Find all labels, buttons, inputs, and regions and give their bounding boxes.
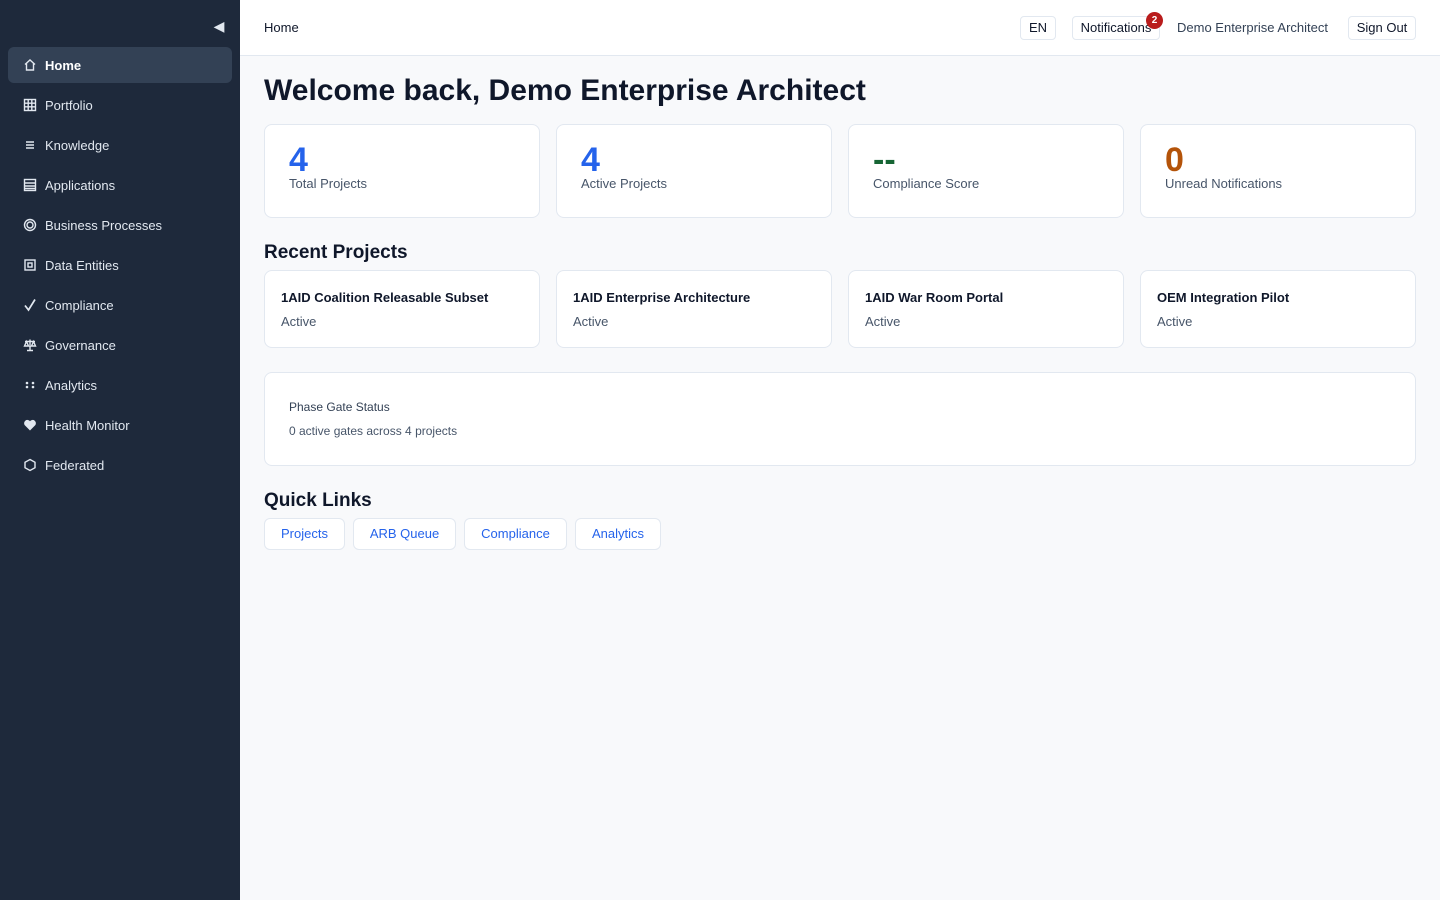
project-name: 1AID Enterprise Architecture: [573, 290, 751, 305]
sidebar-item-knowledge[interactable]: Knowledge: [8, 127, 232, 163]
stat-card-total-projects: 4 Total Projects: [264, 124, 540, 218]
stat-card-active-projects: 4 Active Projects: [556, 124, 832, 218]
project-name: 1AID Coalition Releasable Subset: [281, 290, 489, 305]
sign-out-button[interactable]: Sign Out: [1348, 16, 1416, 40]
stat-value: --: [873, 141, 896, 179]
sidebar-item-health-monitor[interactable]: Health Monitor: [8, 407, 232, 443]
hexagon-icon: [23, 458, 37, 472]
stat-label: Compliance Score: [873, 176, 980, 191]
page-title: Welcome back, Demo Enterprise Architect: [264, 74, 866, 107]
grid-icon: [23, 98, 37, 112]
phase-gate-title: Phase Gate Status: [289, 400, 390, 414]
check-icon: [23, 298, 37, 312]
quick-link-analytics[interactable]: Analytics: [575, 518, 661, 550]
dots-icon: [23, 378, 37, 392]
sidebar-item-compliance[interactable]: Compliance: [8, 287, 232, 323]
quick-link-arb-queue[interactable]: ARB Queue: [353, 518, 456, 550]
sidebar-item-label: Governance: [45, 337, 116, 353]
notification-count-badge: 2: [1146, 12, 1163, 29]
project-name: 1AID War Room Portal: [865, 290, 1004, 305]
sidebar-nav: Home Portfolio Knowledge Applications Bu…: [8, 47, 232, 487]
stat-value: 4: [289, 141, 308, 179]
project-status: Active: [1157, 314, 1193, 329]
project-card[interactable]: OEM Integration Pilot Active: [1140, 270, 1416, 348]
user-name: Demo Enterprise Architect: [1177, 20, 1329, 35]
home-icon: [23, 58, 37, 72]
sidebar: ◀ Home Portfolio Knowledge Applications: [0, 0, 240, 900]
sidebar-item-label: Analytics: [45, 377, 98, 393]
sidebar-item-applications[interactable]: Applications: [8, 167, 232, 203]
sidebar-item-label: Business Processes: [45, 217, 163, 233]
sidebar-item-label: Health Monitor: [45, 417, 130, 433]
list-icon: [23, 138, 37, 152]
project-card[interactable]: 1AID War Room Portal Active: [848, 270, 1124, 348]
project-status: Active: [573, 314, 609, 329]
top-bar: Home EN Notifications 2 Demo Enterprise …: [240, 0, 1440, 56]
language-button[interactable]: EN: [1020, 16, 1056, 40]
sidebar-item-federated[interactable]: Federated: [8, 447, 232, 483]
sidebar-item-label: Federated: [45, 457, 105, 473]
stat-label: Active Projects: [581, 176, 667, 191]
stat-value: 0: [1165, 141, 1184, 179]
stat-card-compliance-score: -- Compliance Score: [848, 124, 1124, 218]
quick-links-heading: Quick Links: [264, 490, 372, 511]
phase-gate-description: 0 active gates across 4 projects: [289, 424, 458, 438]
sidebar-item-label: Portfolio: [45, 97, 93, 113]
recent-projects-heading: Recent Projects: [264, 242, 408, 263]
project-name: OEM Integration Pilot: [1157, 290, 1290, 305]
entity-icon: [23, 258, 37, 272]
sidebar-item-label: Applications: [45, 177, 116, 193]
stat-label: Unread Notifications: [1165, 176, 1283, 191]
phase-gate-status-card: Phase Gate Status 0 active gates across …: [264, 372, 1416, 466]
sidebar-item-business-processes[interactable]: Business Processes: [8, 207, 232, 243]
sidebar-item-label: Compliance: [45, 297, 114, 313]
heart-icon: [23, 418, 37, 432]
target-icon: [23, 218, 37, 232]
breadcrumb: Home: [264, 20, 299, 35]
sidebar-item-home[interactable]: Home: [8, 47, 232, 83]
sidebar-item-portfolio[interactable]: Portfolio: [8, 87, 232, 123]
scales-icon: [23, 338, 37, 352]
quick-link-compliance[interactable]: Compliance: [464, 518, 567, 550]
project-card[interactable]: 1AID Coalition Releasable Subset Active: [264, 270, 540, 348]
sidebar-item-data-entities[interactable]: Data Entities: [8, 247, 232, 283]
stat-label: Total Projects: [289, 176, 368, 191]
quick-link-projects[interactable]: Projects: [264, 518, 345, 550]
project-card[interactable]: 1AID Enterprise Architecture Active: [556, 270, 832, 348]
project-status: Active: [281, 314, 317, 329]
table-icon: [23, 178, 37, 192]
sidebar-item-label: Knowledge: [45, 137, 110, 153]
sidebar-item-label: Home: [45, 57, 82, 73]
sidebar-item-label: Data Entities: [45, 257, 119, 273]
stat-card-unread-notifications: 0 Unread Notifications: [1140, 124, 1416, 218]
stat-value: 4: [581, 141, 600, 179]
collapse-sidebar-icon[interactable]: ◀: [211, 17, 227, 35]
sidebar-item-analytics[interactable]: Analytics: [8, 367, 232, 403]
project-status: Active: [865, 314, 901, 329]
sidebar-item-governance[interactable]: Governance: [8, 327, 232, 363]
